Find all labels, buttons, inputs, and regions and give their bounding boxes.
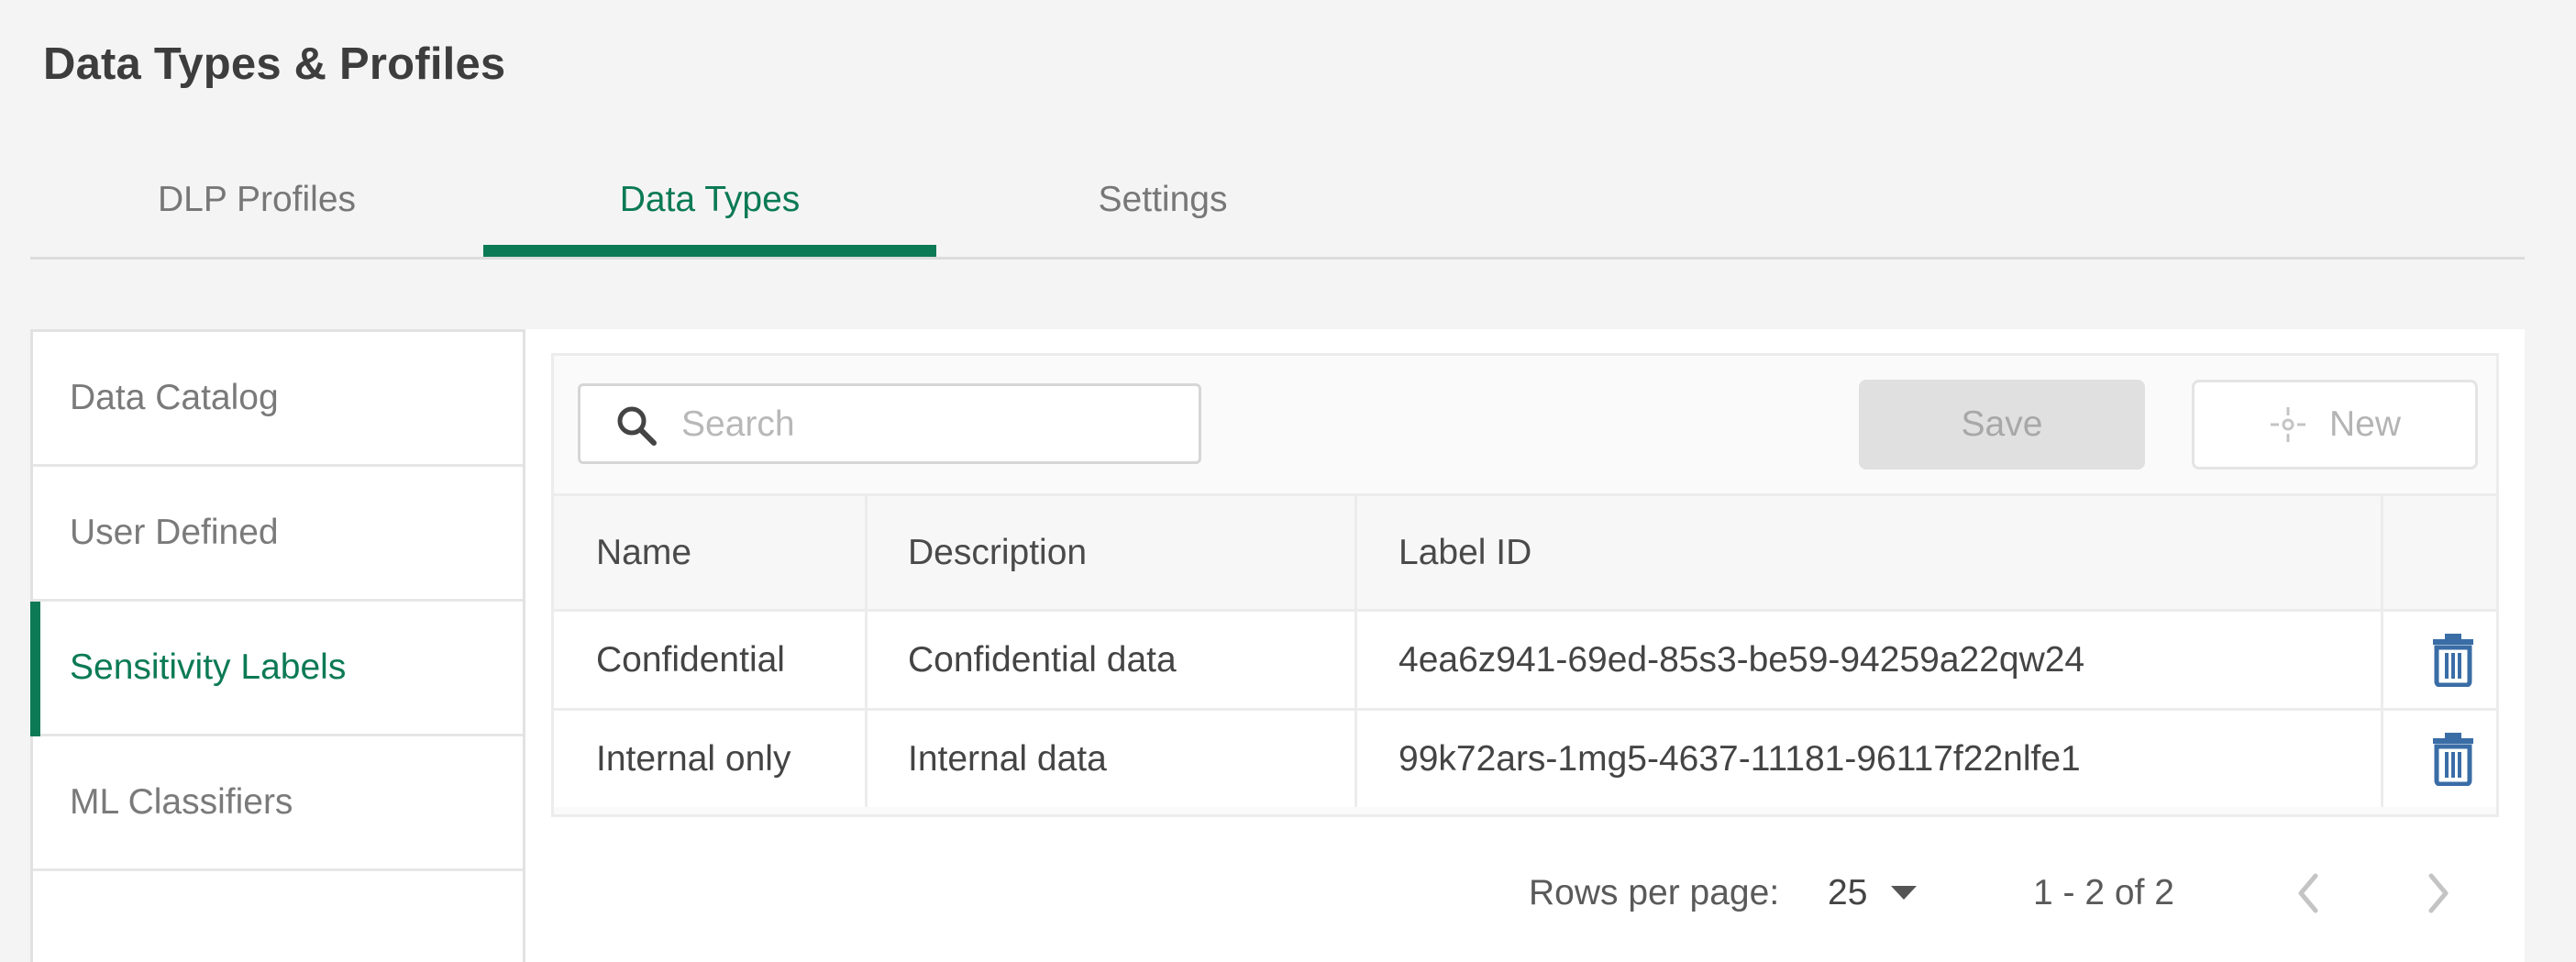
save-button[interactable]: Save — [1859, 380, 2145, 470]
tab-settings[interactable]: Settings — [936, 142, 1389, 258]
table-row[interactable]: Internal only Internal data 99k72ars-1mg… — [554, 708, 2496, 807]
sidebar-item-sensitivity-labels[interactable]: Sensitivity Labels — [30, 602, 523, 736]
sidebar-item-user-defined[interactable]: User Defined — [33, 467, 523, 602]
table-header: Name Description Label ID — [554, 493, 2496, 609]
search-icon — [617, 406, 657, 446]
cell-label-id: 99k72ars-1mg5-4637-11181-96117f22nlfe1 — [1399, 738, 2081, 779]
search-box[interactable] — [578, 383, 1201, 464]
tab-data-types[interactable]: Data Types — [483, 142, 936, 258]
caret-down-icon — [1891, 886, 1918, 900]
column-header-description[interactable]: Description — [908, 496, 1087, 609]
column-divider — [1354, 493, 1357, 807]
new-button-label: New — [2328, 404, 2402, 444]
column-divider — [865, 493, 868, 807]
rows-per-page-select[interactable]: 25 — [1828, 861, 1918, 925]
column-header-label-id[interactable]: Label ID — [1399, 496, 1531, 609]
chevron-right-icon[interactable] — [2420, 870, 2457, 916]
cell-name: Confidential — [596, 639, 785, 680]
rows-per-page-label: Rows per page: — [1529, 873, 1780, 912]
active-tab-indicator — [483, 245, 936, 257]
cell-description: Confidential data — [908, 639, 1177, 680]
cell-description: Internal data — [908, 738, 1107, 779]
sidebar: Data Catalog User Defined Sensitivity La… — [30, 329, 525, 962]
trash-icon[interactable] — [2431, 632, 2475, 687]
sidebar-item-data-catalog[interactable]: Data Catalog — [33, 332, 523, 467]
tab-bar: DLP Profiles Data Types Settings — [30, 142, 2525, 258]
chevron-left-icon[interactable] — [2290, 870, 2327, 916]
crosshair-icon — [2270, 407, 2305, 442]
cell-name: Internal only — [596, 738, 791, 779]
page-title: Data Types & Profiles — [43, 39, 506, 89]
search-input[interactable] — [680, 393, 1188, 456]
tab-dlp-profiles[interactable]: DLP Profiles — [30, 142, 483, 258]
labels-card: Save New Name Description Label ID Confi… — [551, 353, 2499, 817]
pagination-range: 1 - 2 of 2 — [2033, 873, 2174, 912]
new-button[interactable]: New — [2192, 380, 2478, 470]
sidebar-item-ml-classifiers[interactable]: ML Classifiers — [33, 736, 523, 871]
rows-per-page-value: 25 — [1828, 873, 1868, 912]
tabs-divider — [30, 257, 2525, 260]
trash-icon[interactable] — [2431, 731, 2475, 786]
table-row[interactable]: Confidential Confidential data 4ea6z941-… — [554, 609, 2496, 708]
cell-label-id: 4ea6z941-69ed-85s3-be59-94259a22qw24 — [1399, 639, 2085, 680]
column-header-name[interactable]: Name — [596, 496, 691, 609]
column-divider — [2381, 493, 2383, 807]
main-panel: Save New Name Description Label ID Confi… — [525, 329, 2525, 962]
